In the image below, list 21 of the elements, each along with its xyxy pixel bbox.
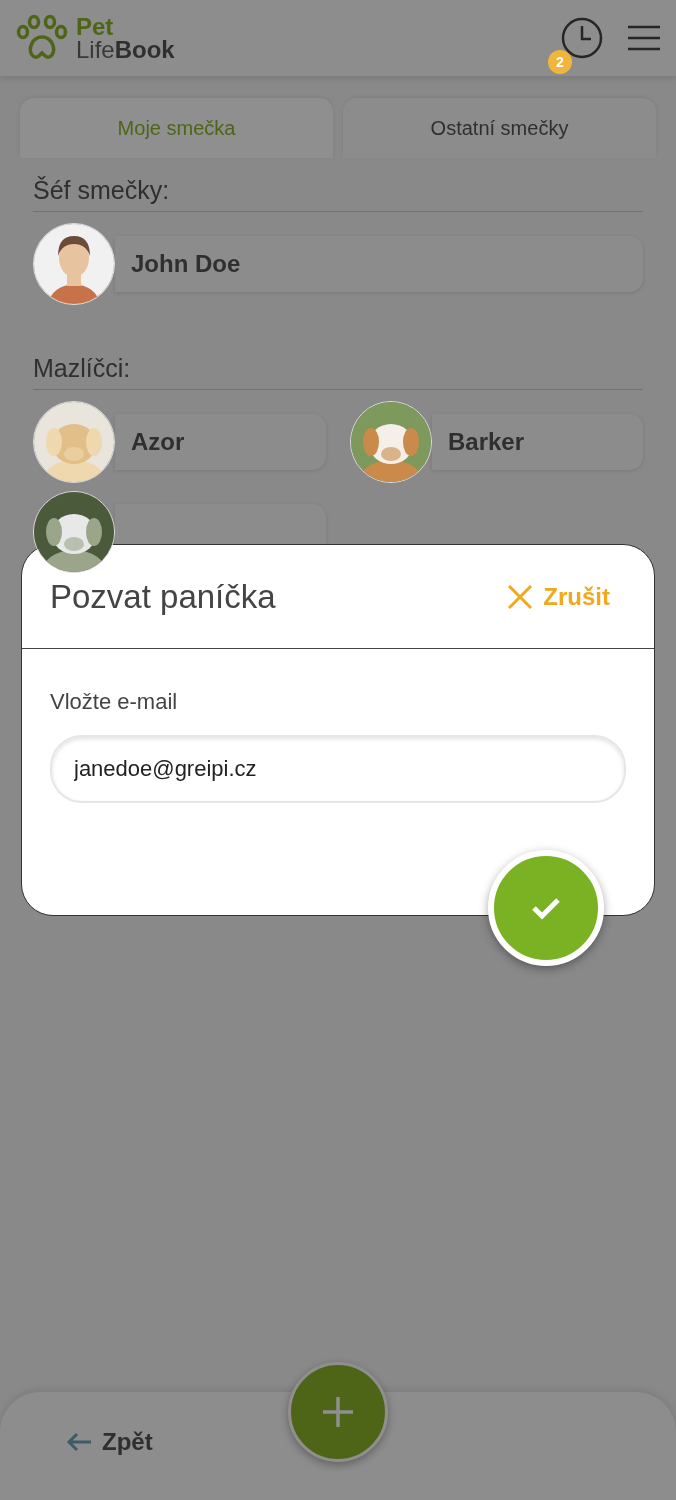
dialog-title: Pozvat paníčka [50,577,277,616]
close-icon [507,583,534,610]
field-label: Vložte e-mail [50,689,179,715]
pet-card[interactable]: Barker [432,414,643,470]
tab[interactable]: Ostatní smečky [343,98,656,158]
notification-badge: 2 [548,50,572,74]
tab[interactable]: Moje smečka [20,98,333,158]
logo-text: LifeBook [76,38,175,61]
menu-icon[interactable] [628,25,660,51]
paw-icon [16,15,68,61]
logo-text: Pet [76,15,115,38]
cancel-button[interactable]: Zrušit [507,582,610,611]
section-heading: Šéf smečky: [33,176,643,212]
member-card[interactable]: John Doe [115,236,643,292]
section-heading: Mazlíčci: [33,354,643,390]
email-field[interactable]: janedoe@greipi.cz [50,735,626,803]
plus-icon [321,1395,355,1429]
check-icon [531,896,561,920]
back-button[interactable]: Zpět [66,1428,153,1456]
arrow-left-icon [66,1432,92,1452]
pet-card[interactable]: Azor [115,414,326,470]
